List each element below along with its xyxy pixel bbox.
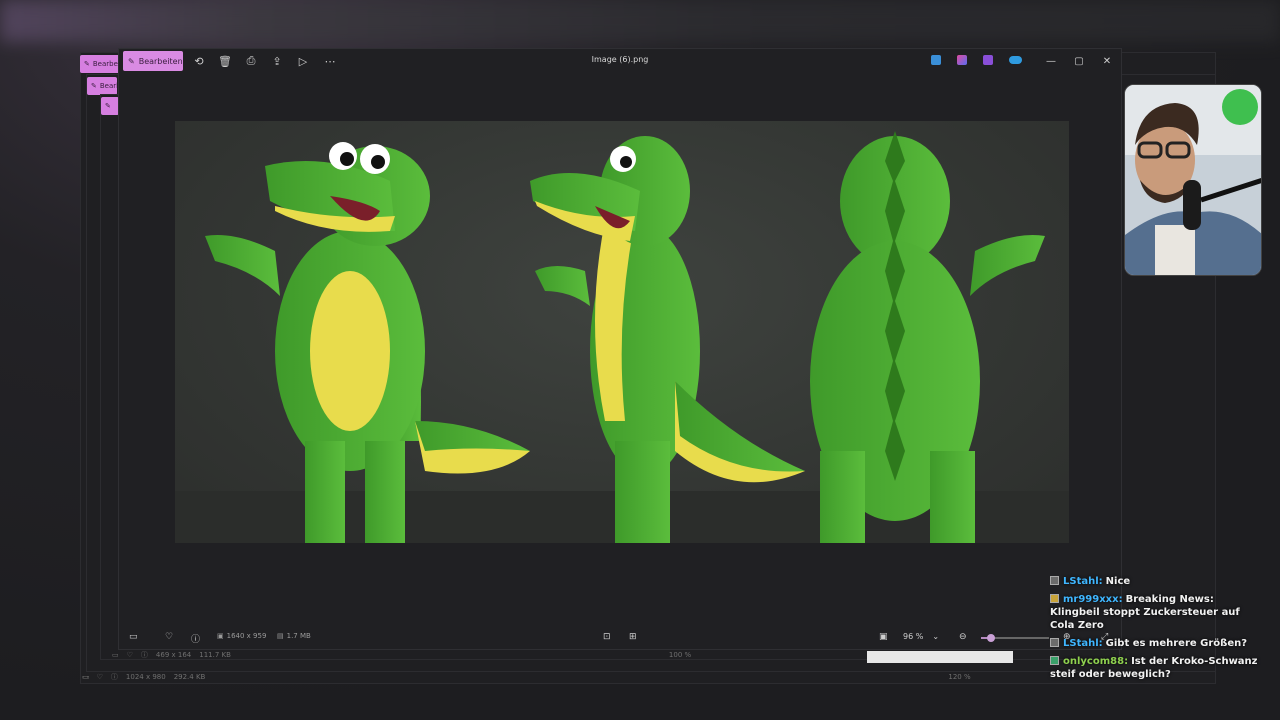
copilot-app-icon[interactable]	[957, 55, 967, 65]
blurred-background-bar	[0, 0, 1280, 42]
badge-icon	[1050, 576, 1059, 585]
fullscreen-view-icon[interactable]: ▣	[879, 632, 888, 642]
zoom-level-select[interactable]: 96 % ⌄	[903, 632, 939, 641]
title-bar: ✎ Bearbeiten ⟲ 🗑 ⎙ ⇪ ▷ ⋯ Image (6).png —…	[119, 49, 1121, 73]
chat-message: onlycom88: Ist der Kroko-Schwanz steif od…	[1050, 656, 1258, 680]
maximize-button[interactable]: ▢	[1069, 52, 1089, 70]
favorite-icon: ♡	[126, 651, 133, 659]
info-icon: ⓘ	[110, 673, 118, 681]
actual-size-icon[interactable]: ⊞	[629, 632, 637, 642]
info-icon[interactable]: ⓘ	[191, 632, 200, 645]
window-title: Image (6).png	[591, 55, 649, 64]
zoom-slider-thumb[interactable]	[987, 634, 995, 642]
webcam-feed-image	[1125, 85, 1261, 275]
fit-to-window-icon[interactable]: ⊡	[603, 632, 611, 642]
background-edit-button-2[interactable]: ✎ Bearb	[87, 77, 117, 95]
image-canvas[interactable]	[175, 121, 1069, 589]
favorite-icon: ♡	[96, 673, 103, 681]
background-edit-button[interactable]: ✎ Bearbei	[80, 55, 120, 73]
status-bar: ▭ ♡ ⓘ ▣ 1640 x 959 ▤ 1.7 MB ⊡ ⊞ ▣ 96 % ⌄…	[119, 627, 1121, 649]
zoom-out-icon[interactable]: ⊖	[959, 632, 967, 642]
favorite-icon[interactable]: ♡	[165, 632, 173, 642]
badge-icon	[1050, 638, 1059, 647]
file-size: ▤ 1.7 MB	[277, 632, 311, 640]
chat-message: LStahl: Gibt es mehrere Größen?	[1050, 637, 1260, 650]
close-button[interactable]: ✕	[1097, 52, 1117, 70]
storage-icon: ▤	[277, 632, 284, 640]
badge-icon	[1050, 656, 1059, 665]
onedrive-icon[interactable]	[1009, 56, 1022, 64]
minimize-button[interactable]: —	[1041, 52, 1061, 70]
edit-icon: ✎	[91, 82, 97, 90]
info-icon: ⓘ	[140, 651, 148, 659]
mascot-front-view	[205, 142, 530, 584]
edit-icon: ✎	[105, 102, 111, 110]
edit-icon: ✎	[84, 60, 90, 68]
filmstrip-icon: ▭	[82, 673, 89, 681]
background-edit-button-3[interactable]: ✎	[101, 97, 119, 115]
image-dimensions: ▣ 1640 x 959	[217, 632, 267, 640]
filmstrip-icon[interactable]: ▭	[129, 632, 138, 642]
chevron-down-icon: ⌄	[932, 632, 940, 641]
dimensions-icon: ▣	[217, 632, 224, 640]
chat-message: LStahl: Nice	[1050, 575, 1260, 588]
filmstrip-icon: ▭	[112, 651, 119, 659]
clipchamp-app-icon[interactable]	[983, 55, 993, 65]
streamer-webcam	[1124, 84, 1262, 276]
photos-window: ✎ Bearbeiten ⟲ 🗑 ⎙ ⇪ ▷ ⋯ Image (6).png —…	[118, 48, 1122, 650]
crocodile-mascot-image	[175, 131, 1069, 589]
mascot-side-view	[530, 136, 805, 589]
zoom-slider[interactable]	[981, 634, 1049, 642]
background-status-row-2: ▭ ♡ ⓘ 1024 x 980 292.4 KB 120 %	[82, 673, 971, 681]
background-scroll-bar[interactable]	[867, 651, 1013, 663]
stream-chat: LStahl: Nice mr999xxx: Breaking News: Klin…	[1050, 575, 1260, 686]
mascot-back-view	[805, 131, 1045, 584]
badge-icon	[1050, 594, 1059, 603]
chat-message: mr999xxx: Breaking News: Klingbeil stoppt…	[1050, 594, 1240, 631]
designer-app-icon[interactable]	[931, 55, 941, 65]
